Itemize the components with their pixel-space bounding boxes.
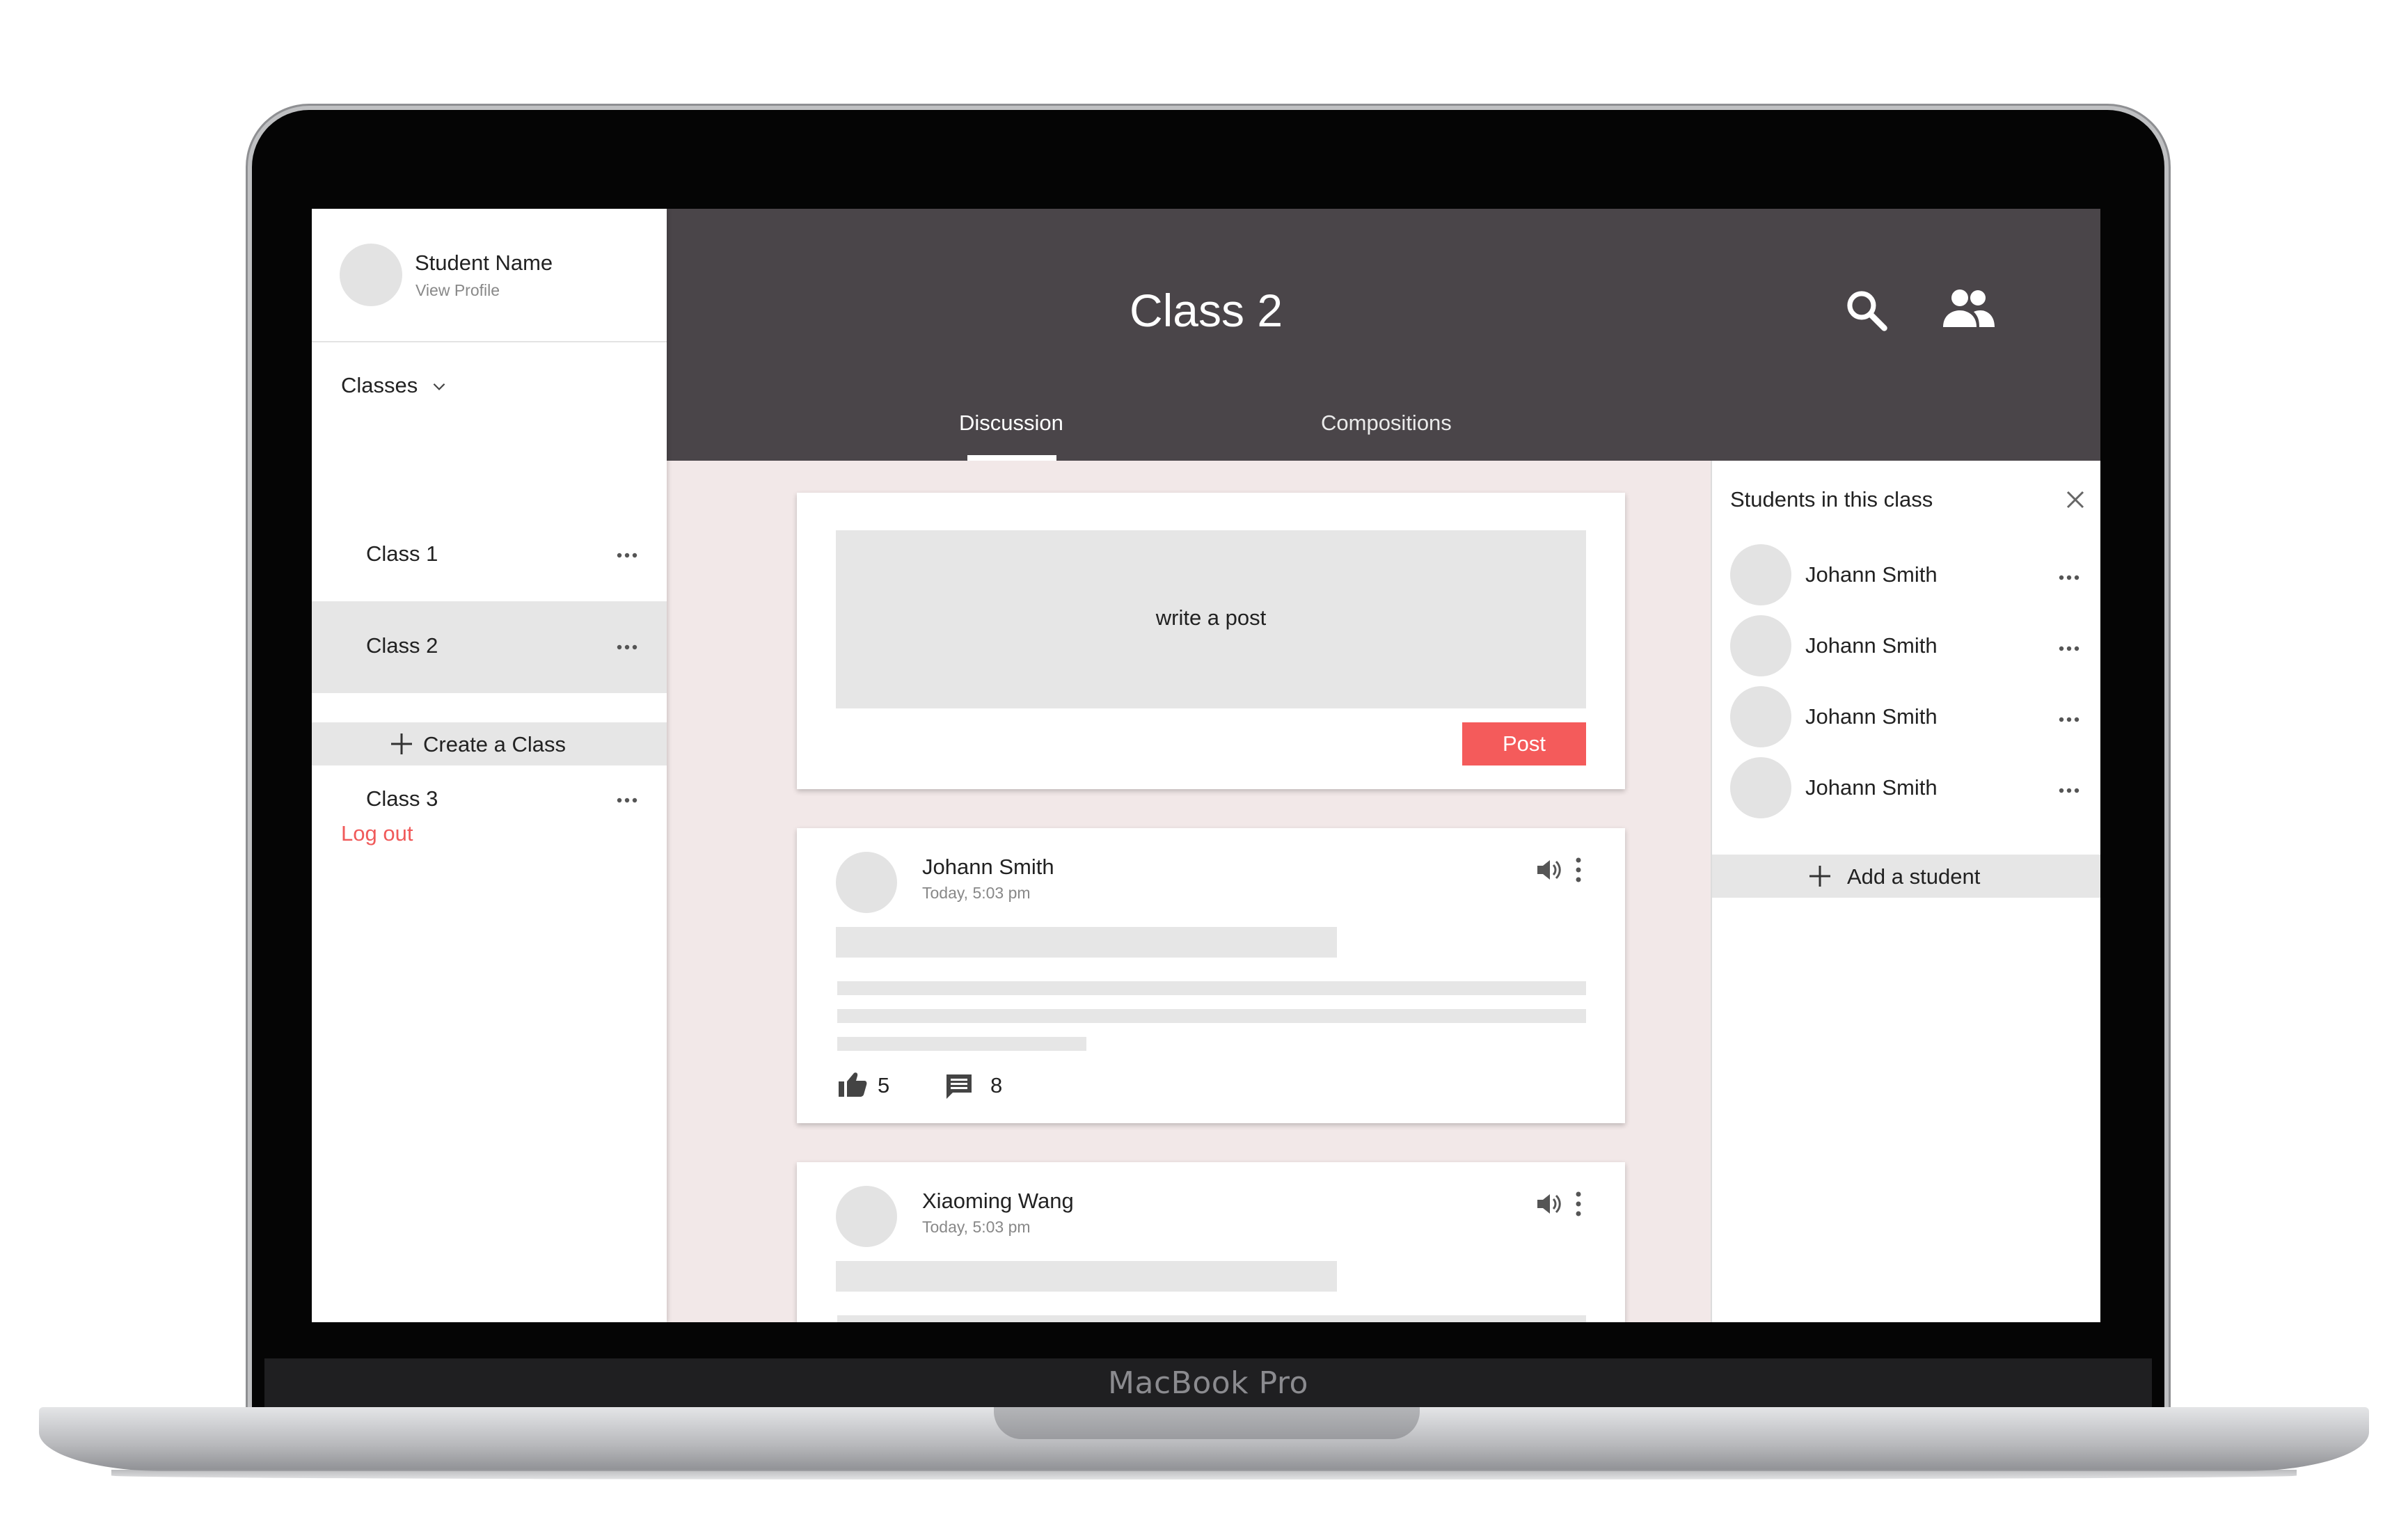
student-name: Johann Smith: [1805, 775, 1938, 800]
content-placeholder-line: [837, 981, 1586, 995]
comment-icon[interactable]: [944, 1072, 974, 1101]
app-header: Class 2 Discussion Compositions: [667, 209, 2100, 461]
class-label: Class 3: [366, 786, 438, 811]
search-icon[interactable]: [1843, 287, 1890, 334]
class-label: Class 1: [366, 541, 438, 566]
like-count: 5: [878, 1073, 890, 1097]
avatar[interactable]: [836, 852, 897, 913]
student-list-item[interactable]: Johann Smith: [1712, 750, 2100, 821]
laptop-base-shadow: [111, 1470, 2297, 1480]
compose-card: write a post Post: [797, 493, 1625, 789]
thumbs-up-icon[interactable]: [837, 1070, 868, 1098]
student-list-item[interactable]: Johann Smith: [1712, 679, 2100, 750]
avatar[interactable]: [340, 244, 402, 306]
content-placeholder-title: [836, 1261, 1337, 1292]
more-horizontal-icon[interactable]: [2057, 782, 2081, 799]
create-class-label: Create a Class: [423, 732, 567, 756]
plus-icon: [391, 733, 412, 754]
speaker-icon[interactable]: [1535, 1191, 1562, 1216]
post-timestamp: Today, 5:03 pm: [922, 1218, 1031, 1236]
post-author[interactable]: Xiaoming Wang: [922, 1189, 1074, 1214]
post-timestamp: Today, 5:03 pm: [922, 884, 1031, 902]
more-horizontal-icon[interactable]: [615, 639, 639, 656]
plus-icon: [1809, 866, 1830, 887]
add-student-label: Add a student: [1847, 864, 1981, 889]
post-card: Johann Smith Today, 5:03 pm 5 8: [797, 828, 1625, 1123]
students-panel-title: Students in this class: [1730, 487, 1933, 511]
tab-compositions[interactable]: Compositions: [1321, 411, 1452, 436]
classes-dropdown-label[interactable]: Classes: [341, 373, 418, 398]
content-placeholder-title: [836, 927, 1337, 958]
sidebar: Student Name View Profile Classes Class …: [312, 209, 667, 1322]
content-placeholder-line: [837, 1009, 1586, 1023]
app-screen: Student Name View Profile Classes Class …: [312, 209, 2100, 1322]
laptop-hinge-notch: [994, 1407, 1420, 1439]
more-horizontal-icon[interactable]: [2057, 569, 2081, 586]
post-button[interactable]: Post: [1462, 722, 1586, 766]
compose-placeholder: write a post: [1155, 605, 1267, 630]
student-name: Johann Smith: [1805, 562, 1938, 587]
avatar: [1730, 544, 1791, 605]
comment-count: 8: [990, 1073, 1003, 1097]
view-profile-link[interactable]: View Profile: [415, 281, 500, 300]
avatar[interactable]: [836, 1186, 897, 1247]
chevron-down-icon[interactable]: [430, 377, 448, 395]
avatar: [1730, 757, 1791, 818]
class-label: Class 2: [366, 633, 438, 658]
more-horizontal-icon[interactable]: [2057, 711, 2081, 728]
kebab-vertical-icon[interactable]: [1574, 1190, 1583, 1218]
tab-discussion[interactable]: Discussion: [959, 411, 1063, 436]
logout-link[interactable]: Log out: [341, 821, 413, 846]
add-student-button[interactable]: Add a student: [1712, 855, 2100, 898]
avatar: [1730, 686, 1791, 747]
device-brand-label: MacBook Pro: [1108, 1365, 1308, 1401]
student-name: Johann Smith: [1805, 633, 1938, 658]
sidebar-item-class-1[interactable]: Class 1: [312, 509, 667, 601]
post-card: Xiaoming Wang Today, 5:03 pm: [797, 1162, 1625, 1322]
avatar: [1730, 615, 1791, 676]
page-title: Class 2: [1129, 285, 1283, 336]
create-class-button[interactable]: Create a Class: [312, 722, 667, 766]
close-icon[interactable]: [2064, 489, 2086, 511]
speaker-icon[interactable]: [1535, 857, 1562, 882]
more-horizontal-icon[interactable]: [615, 547, 639, 564]
post-author[interactable]: Johann Smith: [922, 855, 1054, 880]
active-tab-indicator: [967, 455, 1056, 461]
profile-name: Student Name: [415, 251, 553, 275]
more-horizontal-icon[interactable]: [615, 792, 639, 809]
student-name: Johann Smith: [1805, 704, 1938, 729]
sidebar-item-class-3[interactable]: [312, 693, 667, 722]
student-list-item[interactable]: Johann Smith: [1712, 537, 2100, 608]
sidebar-item-class-2[interactable]: Class 2: [312, 601, 667, 693]
content-placeholder-line: [837, 1315, 1586, 1322]
more-horizontal-icon[interactable]: [2057, 640, 2081, 657]
profile-section: Student Name View Profile: [312, 209, 667, 342]
people-icon[interactable]: [1940, 284, 1996, 333]
compose-input[interactable]: write a post: [836, 530, 1586, 708]
content-placeholder-line: [837, 1037, 1086, 1051]
student-list-item[interactable]: Johann Smith: [1712, 608, 2100, 679]
students-panel: Students in this class Johann Smith Joha…: [1711, 461, 2100, 1322]
kebab-vertical-icon[interactable]: [1574, 856, 1583, 884]
